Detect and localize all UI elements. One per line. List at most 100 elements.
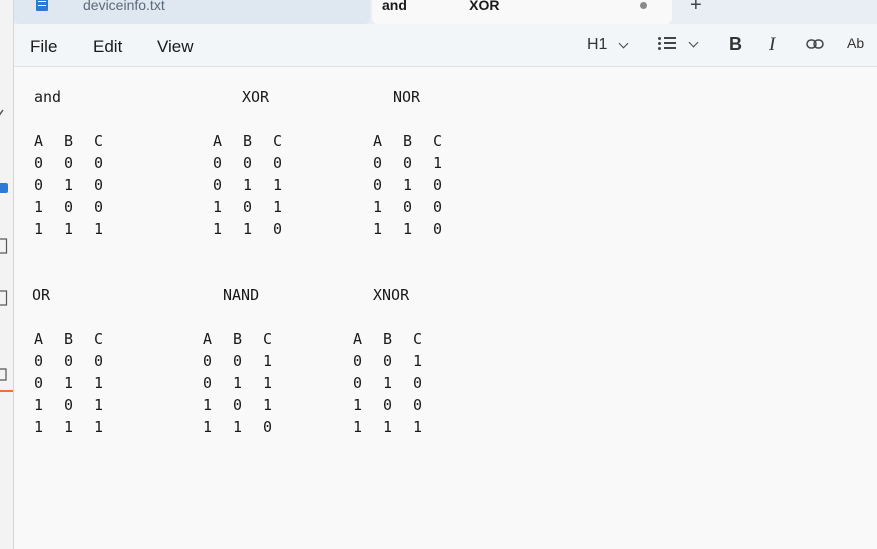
table-cell: 1 <box>34 220 44 238</box>
tab-label: deviceinfo.txt <box>83 0 165 13</box>
book-icon <box>0 366 10 382</box>
table-title-xor: XOR <box>242 88 270 106</box>
column-header: B <box>403 132 413 150</box>
table-cell: 1 <box>273 176 283 194</box>
bold-button[interactable]: B <box>729 34 742 56</box>
heading-dropdown[interactable]: H1 <box>587 36 629 58</box>
editor-area[interactable]: and XOR NOR OR NAND XNOR A B C 0 0 0 0 1 0 1 0 0 1 1 1… <box>14 67 877 549</box>
table-title-nor: NOR <box>393 88 421 106</box>
chevron-down-icon <box>688 37 699 48</box>
column-header: C <box>273 132 283 150</box>
table-cell: 0 <box>353 352 363 370</box>
table-cell: 1 <box>203 418 213 436</box>
tab-deviceinfo[interactable]: deviceinfo.txt <box>14 0 370 24</box>
menu-file[interactable]: File <box>30 37 57 57</box>
table-cell: 1 <box>403 176 413 194</box>
table-cell: 1 <box>34 418 44 436</box>
accent-line <box>0 390 13 392</box>
link-icon <box>806 39 824 49</box>
menu-view[interactable]: View <box>157 37 194 57</box>
list-dropdown[interactable] <box>658 34 708 56</box>
table-cell: 0 <box>413 396 423 414</box>
table-cell: 1 <box>94 220 104 238</box>
table-cell: 0 <box>213 176 223 194</box>
table-cell: 0 <box>403 154 413 172</box>
table-cell: 1 <box>34 198 44 216</box>
table-title-and: and <box>34 88 62 106</box>
table-cell: 1 <box>413 352 423 370</box>
italic-button[interactable]: I <box>769 34 775 56</box>
table-cell: 1 <box>373 220 383 238</box>
spellcheck-button[interactable]: Ab <box>847 35 864 57</box>
table-cell: 0 <box>233 352 243 370</box>
column-header: C <box>413 330 423 348</box>
column-header: A <box>34 132 44 150</box>
table-cell: 0 <box>433 176 443 194</box>
table-cell: 0 <box>373 176 383 194</box>
table-cell: 0 <box>64 198 74 216</box>
column-header: C <box>94 132 104 150</box>
column-header: A <box>353 330 363 348</box>
notepad-icon <box>36 0 48 11</box>
table-cell: 0 <box>34 374 44 392</box>
table-cell: 1 <box>213 220 223 238</box>
pin-icon <box>0 106 10 122</box>
table-cell: 1 <box>413 418 423 436</box>
table-cell: 1 <box>383 374 393 392</box>
column-header: B <box>383 330 393 348</box>
puzzle-icon <box>0 180 10 196</box>
tab-bar: deviceinfo.txt and XOR + <box>0 0 877 24</box>
table-cell: 1 <box>353 396 363 414</box>
column-header: A <box>213 132 223 150</box>
column-header: B <box>64 330 74 348</box>
table-cell: 1 <box>233 374 243 392</box>
column-header: C <box>433 132 443 150</box>
table-cell: 1 <box>383 418 393 436</box>
table-cell: 0 <box>243 198 253 216</box>
table-cell: 1 <box>243 176 253 194</box>
file-icon <box>0 290 10 306</box>
table-cell: 1 <box>34 396 44 414</box>
tab-and-xor[interactable]: and XOR <box>372 0 672 24</box>
table-cell: 0 <box>263 418 273 436</box>
table-title-nand: NAND <box>223 286 260 304</box>
table-cell: 1 <box>233 418 243 436</box>
table-cell: 0 <box>213 154 223 172</box>
heading-label: H1 <box>587 36 608 53</box>
table-cell: 1 <box>64 220 74 238</box>
menu-bar: File Edit View H1 B I Ab <box>14 24 877 67</box>
table-cell: 0 <box>64 396 74 414</box>
table-cell: 1 <box>353 418 363 436</box>
table-cell: 0 <box>94 352 104 370</box>
table-cell: 1 <box>403 220 413 238</box>
table-cell: 0 <box>203 374 213 392</box>
table-cell: 0 <box>34 154 44 172</box>
table-title-or: OR <box>32 286 51 304</box>
table-cell: 1 <box>94 418 104 436</box>
table-cell: 0 <box>94 154 104 172</box>
column-header: B <box>64 132 74 150</box>
table-cell: 0 <box>383 396 393 414</box>
table-cell: 1 <box>273 198 283 216</box>
table-cell: 0 <box>203 352 213 370</box>
table-cell: 0 <box>94 198 104 216</box>
table-cell: 0 <box>353 374 363 392</box>
table-cell: 1 <box>433 154 443 172</box>
table-cell: 1 <box>213 198 223 216</box>
table-cell: 0 <box>34 176 44 194</box>
table-cell: 1 <box>373 198 383 216</box>
new-tab-button[interactable]: + <box>690 0 702 17</box>
table-cell: 0 <box>243 154 253 172</box>
background-app-strip <box>0 0 14 549</box>
table-cell: 0 <box>34 352 44 370</box>
menu-edit[interactable]: Edit <box>93 37 122 57</box>
column-header: A <box>203 330 213 348</box>
link-button[interactable] <box>806 37 824 49</box>
table-cell: 1 <box>64 418 74 436</box>
file-icon <box>0 238 10 254</box>
table-cell: 0 <box>433 220 443 238</box>
column-header: B <box>233 330 243 348</box>
table-cell: 1 <box>203 396 213 414</box>
table-cell: 1 <box>243 220 253 238</box>
table-cell: 1 <box>94 396 104 414</box>
